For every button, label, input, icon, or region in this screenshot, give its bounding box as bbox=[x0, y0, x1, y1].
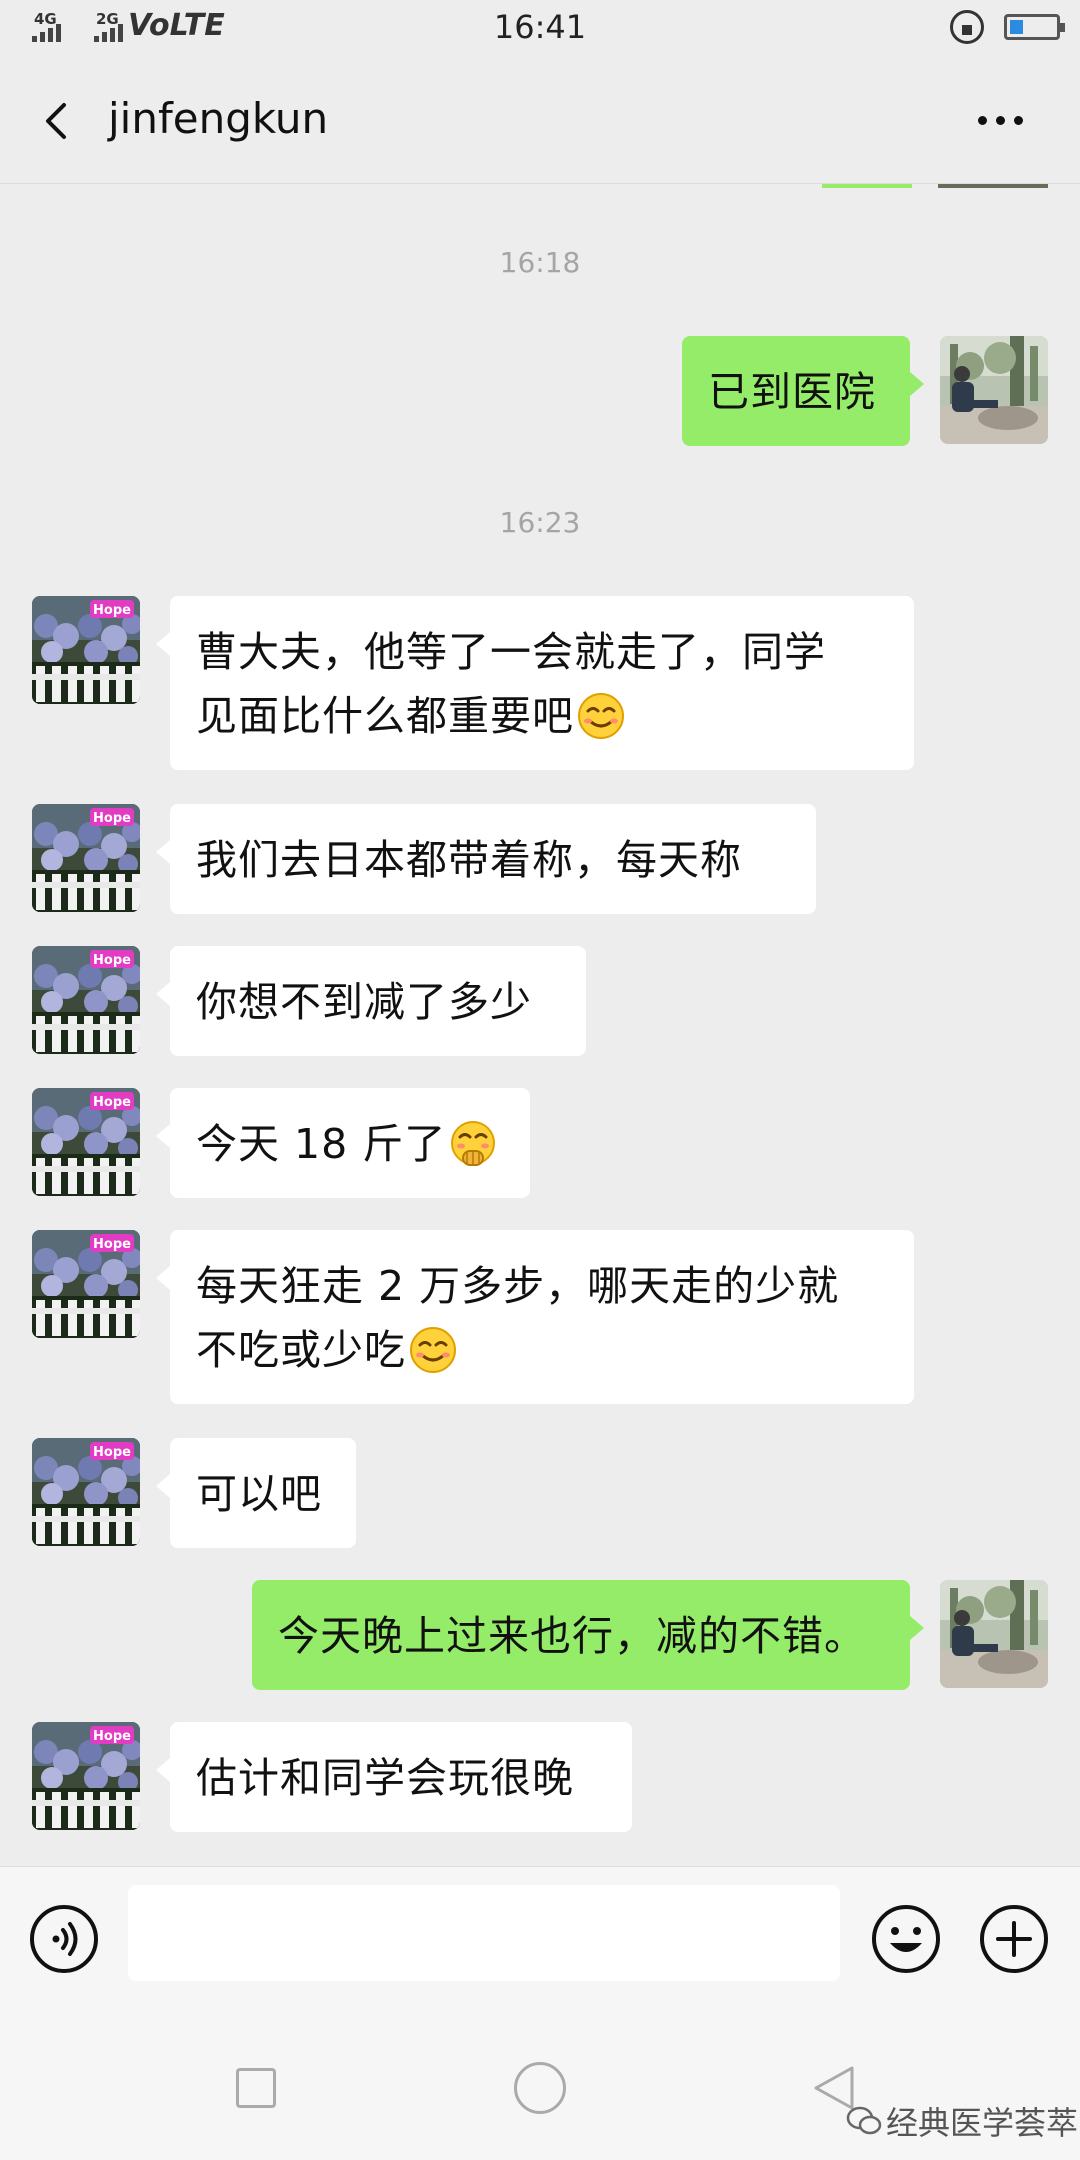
watermark-text: 经典医学荟萃 bbox=[886, 2104, 1079, 2142]
battery-icon bbox=[1004, 14, 1065, 40]
avatar[interactable] bbox=[32, 1438, 140, 1546]
watermark: 经典医学荟萃 bbox=[846, 2098, 1078, 2144]
smile-emoji-icon bbox=[576, 691, 626, 741]
avatar[interactable] bbox=[940, 336, 1048, 444]
avatar[interactable] bbox=[32, 596, 140, 704]
previous-message-edge bbox=[822, 184, 912, 188]
timestamp: 16:23 bbox=[499, 506, 581, 539]
message-text: 今天 18 斤了 bbox=[196, 1120, 447, 1168]
message-bubble-received[interactable]: 可以吧 bbox=[156, 1438, 356, 1548]
message-text: 已到医院 bbox=[708, 368, 876, 416]
square-icon[interactable] bbox=[236, 2068, 276, 2108]
emoji-icon[interactable] bbox=[870, 1903, 942, 1975]
avatar[interactable] bbox=[32, 1722, 140, 1830]
message-bubble-received[interactable]: 我们去日本都带着称，每天称 bbox=[156, 804, 816, 914]
rotation-lock-icon bbox=[950, 10, 984, 44]
wechat-logo-icon bbox=[846, 2106, 882, 2135]
voice-icon[interactable] bbox=[28, 1903, 100, 1975]
message-bubble-sent[interactable]: 已到医院 bbox=[682, 336, 924, 446]
message-bubble-received[interactable]: 曹大夫，他等了一会就走了，同学 见面比什么都重要吧 bbox=[156, 596, 914, 770]
message-text: 今天晚上过来也行，减的不错。 bbox=[278, 1612, 866, 1660]
message-bubble-received[interactable]: 今天 18 斤了 bbox=[156, 1088, 530, 1198]
chat-header: jinfengkun bbox=[0, 60, 1080, 184]
timestamp: 16:18 bbox=[499, 246, 581, 279]
input-bar bbox=[0, 1866, 1080, 2000]
message-bubble-sent[interactable]: 今天晚上过来也行，减的不错。 bbox=[252, 1580, 924, 1690]
message-bubble-received[interactable]: 你想不到减了多少 bbox=[156, 946, 586, 1056]
more-dots-icon[interactable] bbox=[978, 106, 1030, 134]
avatar[interactable] bbox=[32, 804, 140, 912]
avatar[interactable] bbox=[32, 1230, 140, 1338]
message-text: 每天狂走 2 万多步，哪天走的少就 bbox=[196, 1262, 840, 1310]
status-time: 16:41 bbox=[493, 8, 587, 46]
giggle-emoji-icon bbox=[448, 1119, 498, 1169]
circle-icon[interactable] bbox=[514, 2062, 566, 2114]
message-text: 可以吧 bbox=[196, 1470, 322, 1518]
chevron-left-icon[interactable] bbox=[38, 102, 76, 140]
avatar[interactable] bbox=[32, 946, 140, 1054]
message-bubble-received[interactable]: 估计和同学会玩很晚 bbox=[156, 1722, 632, 1832]
smile-emoji-icon bbox=[408, 1325, 458, 1375]
message-text: 你想不到减了多少 bbox=[196, 978, 532, 1026]
plus-icon[interactable] bbox=[978, 1903, 1050, 1975]
message-text: 曹大夫，他等了一会就走了，同学 bbox=[196, 628, 826, 676]
message-text: 不吃或少吃 bbox=[196, 1326, 406, 1374]
system-nav-bar: 经典医学荟萃 bbox=[0, 2000, 1080, 2160]
message-text: 见面比什么都重要吧 bbox=[196, 692, 574, 740]
chat-title: jinfengkun bbox=[108, 94, 329, 143]
avatar[interactable] bbox=[940, 1580, 1048, 1688]
status-bar: 4G 2G VoLTE 16:41 bbox=[0, 0, 1080, 60]
battery-fill bbox=[1010, 20, 1023, 34]
previous-avatar-edge bbox=[938, 184, 1048, 188]
message-input[interactable] bbox=[128, 1885, 840, 1981]
message-text: 我们去日本都带着称，每天称 bbox=[196, 836, 742, 884]
avatar[interactable] bbox=[32, 1088, 140, 1196]
message-text: 估计和同学会玩很晚 bbox=[196, 1754, 574, 1802]
message-bubble-received[interactable]: 每天狂走 2 万多步，哪天走的少就 不吃或少吃 bbox=[156, 1230, 914, 1404]
